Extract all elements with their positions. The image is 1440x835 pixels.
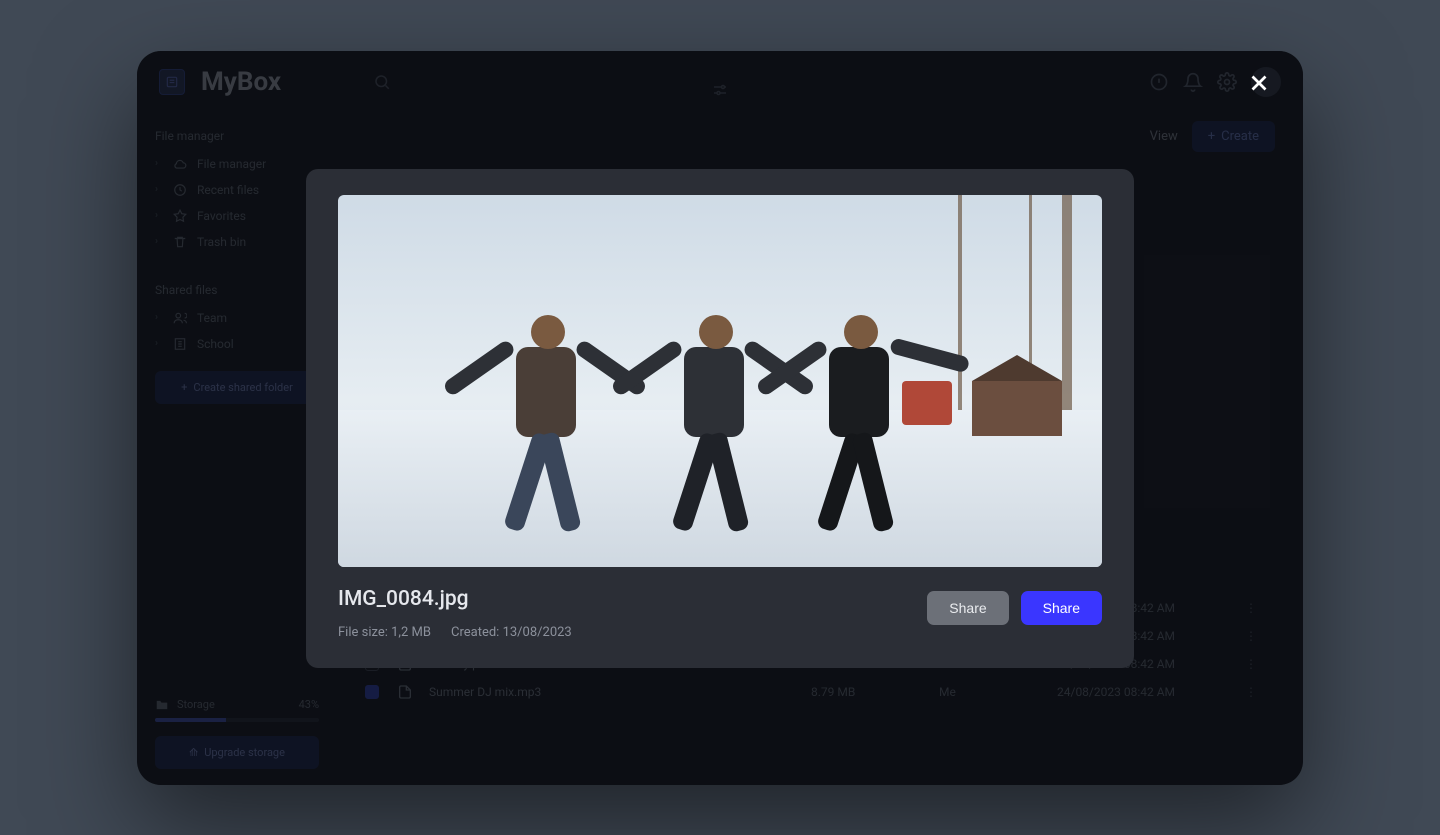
- image-preview: [338, 195, 1102, 567]
- modal-overlay[interactable]: IMG_0084.jpg File size: 1,2 MB Created: …: [137, 51, 1303, 785]
- close-modal-button[interactable]: [1246, 70, 1272, 96]
- preview-created: Created: 13/08/2023: [451, 625, 572, 640]
- close-icon: [1246, 70, 1272, 96]
- preview-filename: IMG_0084.jpg: [338, 587, 907, 611]
- image-preview-modal: IMG_0084.jpg File size: 1,2 MB Created: …: [306, 169, 1134, 668]
- preview-filesize: File size: 1,2 MB: [338, 625, 431, 640]
- share-button-secondary[interactable]: Share: [927, 591, 1008, 625]
- share-button-primary[interactable]: Share: [1021, 591, 1102, 625]
